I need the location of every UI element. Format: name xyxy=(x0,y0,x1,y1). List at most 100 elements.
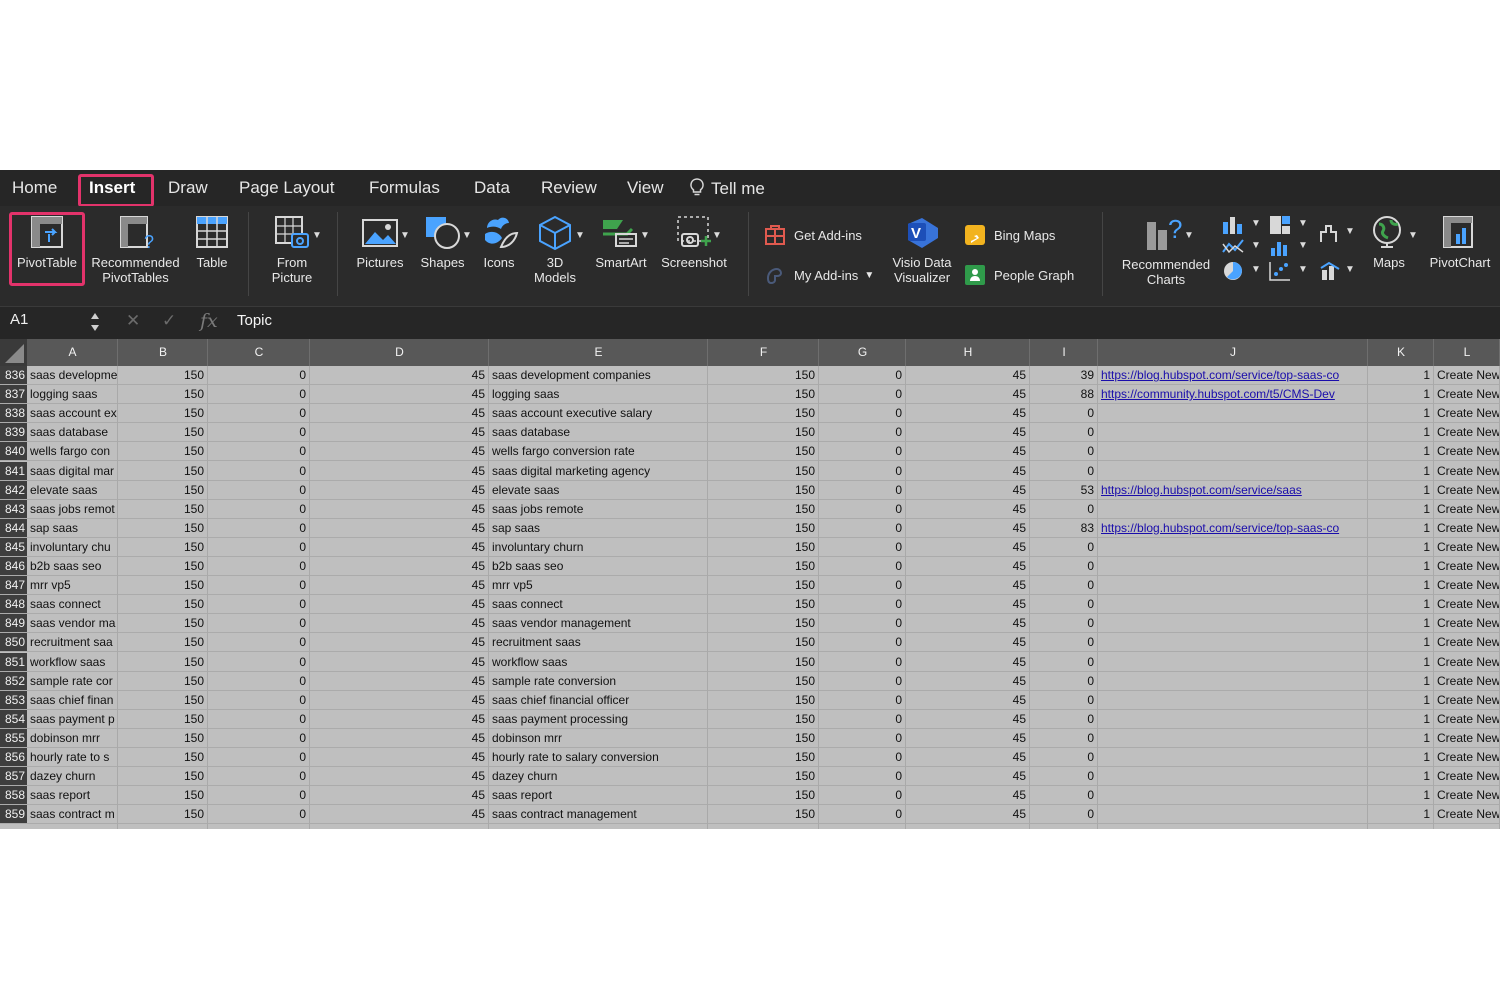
cell-h[interactable]: 45 xyxy=(906,576,1030,594)
cell-g[interactable]: 0 xyxy=(819,576,906,594)
cell-f[interactable]: 150 xyxy=(708,653,819,671)
cell-i[interactable]: 53 xyxy=(1030,481,1098,499)
cell-c[interactable]: 0 xyxy=(208,481,310,499)
cell-d[interactable]: 45 xyxy=(310,462,489,480)
cell-b[interactable]: 150 xyxy=(118,672,208,690)
cell-e[interactable]: saas connect xyxy=(489,595,708,613)
cell-d[interactable]: 45 xyxy=(310,748,489,766)
column-header-d[interactable]: D xyxy=(310,345,489,359)
cell-a[interactable]: sap saas xyxy=(27,519,118,537)
cell-i[interactable]: 0 xyxy=(1030,442,1098,460)
cell-i[interactable]: 0 xyxy=(1030,691,1098,709)
enter-icon[interactable]: ✓ xyxy=(162,311,176,331)
cell-f[interactable]: 150 xyxy=(708,519,819,537)
chevron-down-icon[interactable]: ▼ xyxy=(1251,240,1261,251)
cell-h[interactable]: 45 xyxy=(906,805,1030,823)
cell-k[interactable]: 1 xyxy=(1368,691,1434,709)
cell-b[interactable]: 150 xyxy=(118,366,208,384)
cell-b[interactable]: 150 xyxy=(118,614,208,632)
cell-c[interactable]: 0 xyxy=(208,805,310,823)
row-number[interactable]: 851 xyxy=(0,652,27,671)
cell-d[interactable]: 45 xyxy=(310,786,489,804)
cell-e[interactable]: saas chief financial officer xyxy=(489,691,708,709)
cell-i[interactable]: 0 xyxy=(1030,633,1098,651)
chevron-down-icon[interactable]: ▼ xyxy=(864,270,874,281)
cell-b[interactable]: 150 xyxy=(118,595,208,613)
cell-c[interactable]: 0 xyxy=(208,595,310,613)
cell-k[interactable]: 1 xyxy=(1368,462,1434,480)
cell-e[interactable]: dobinson mrr xyxy=(489,729,708,747)
cell-b[interactable]: 150 xyxy=(118,710,208,728)
cell-i[interactable]: 0 xyxy=(1030,710,1098,728)
cell-d[interactable]: 45 xyxy=(310,653,489,671)
cell-e[interactable]: sample rate conversion xyxy=(489,672,708,690)
cell-e[interactable]: saas jobs remote xyxy=(489,500,708,518)
smartart-button[interactable]: ▼ SmartArt xyxy=(590,214,652,270)
column-header-c[interactable]: C xyxy=(208,345,310,359)
insert-function-icon[interactable]: fx xyxy=(200,310,218,332)
cell-k[interactable]: 1 xyxy=(1368,729,1434,747)
cell-g[interactable]: 0 xyxy=(819,538,906,556)
cell-b[interactable]: 150 xyxy=(118,519,208,537)
cell-g[interactable]: 0 xyxy=(819,595,906,613)
icons-button[interactable]: Icons xyxy=(478,214,520,270)
cell-h[interactable]: 45 xyxy=(906,614,1030,632)
cell-i[interactable]: 83 xyxy=(1030,519,1098,537)
cell-e[interactable]: saas development companies xyxy=(489,366,708,384)
cell-a[interactable]: saas jobs remot xyxy=(27,500,118,518)
cell-c[interactable]: 0 xyxy=(208,500,310,518)
cell-k[interactable]: 1 xyxy=(1368,767,1434,785)
cell-d[interactable]: 45 xyxy=(310,500,489,518)
cell-h[interactable]: 45 xyxy=(906,385,1030,403)
chevron-down-icon[interactable]: ▼ xyxy=(400,230,410,241)
cell-l[interactable]: Create New xyxy=(1434,729,1500,747)
cell-i[interactable]: 0 xyxy=(1030,462,1098,480)
cell-b[interactable]: 150 xyxy=(118,576,208,594)
cell-a[interactable]: sample rate cor xyxy=(27,672,118,690)
cell-g[interactable]: 0 xyxy=(819,423,906,441)
statistic-chart-icon[interactable] xyxy=(1268,236,1292,258)
cell-f[interactable]: 150 xyxy=(708,672,819,690)
cell-hyperlink[interactable]: https://community.hubspot.com/t5/CMS-Dev xyxy=(1098,385,1368,403)
cell-g[interactable]: 0 xyxy=(819,614,906,632)
column-header-f[interactable]: F xyxy=(708,345,819,359)
visio-data-visualizer-button[interactable]: V Visio Data Visualizer xyxy=(886,214,958,285)
pivotchart-button[interactable]: PivotChart xyxy=(1424,214,1496,270)
cell-h[interactable]: 45 xyxy=(906,519,1030,537)
column-header-a[interactable]: A xyxy=(27,345,118,359)
cell-hyperlink[interactable] xyxy=(1098,595,1368,613)
cell-d[interactable]: 45 xyxy=(310,672,489,690)
cell-k[interactable]: 1 xyxy=(1368,557,1434,575)
row-number[interactable]: 842 xyxy=(0,480,27,499)
cell-g[interactable]: 0 xyxy=(819,481,906,499)
cell-h[interactable]: 45 xyxy=(906,633,1030,651)
cell-b[interactable]: 150 xyxy=(118,653,208,671)
cell-e[interactable]: logging saas xyxy=(489,385,708,403)
cell-f[interactable]: 150 xyxy=(708,767,819,785)
tell-me-search[interactable]: Tell me xyxy=(689,178,765,199)
chevron-down-icon[interactable]: ▼ xyxy=(1298,218,1308,229)
cell-l[interactable]: Create New xyxy=(1434,767,1500,785)
cell-d[interactable]: 45 xyxy=(310,538,489,556)
cell-h[interactable]: 45 xyxy=(906,653,1030,671)
select-all-corner[interactable] xyxy=(0,339,27,366)
cell-hyperlink[interactable] xyxy=(1098,423,1368,441)
cell-c[interactable]: 0 xyxy=(208,729,310,747)
my-addins-button[interactable]: My Add-ins ▼ xyxy=(764,264,874,286)
cell-hyperlink[interactable] xyxy=(1098,710,1368,728)
cell-hyperlink[interactable] xyxy=(1098,748,1368,766)
cell-k[interactable]: 1 xyxy=(1368,614,1434,632)
cell-h[interactable]: 45 xyxy=(906,786,1030,804)
chevron-down-icon[interactable]: ▼ xyxy=(1184,230,1194,241)
name-box[interactable]: A1 xyxy=(10,311,28,328)
cell-b[interactable]: 150 xyxy=(118,423,208,441)
cell-g[interactable]: 0 xyxy=(819,672,906,690)
cell-k[interactable]: 1 xyxy=(1368,519,1434,537)
cell-hyperlink[interactable] xyxy=(1098,576,1368,594)
chevron-down-icon[interactable]: ▼ xyxy=(462,230,472,241)
cell-f[interactable]: 150 xyxy=(708,385,819,403)
cell-c[interactable]: 0 xyxy=(208,691,310,709)
cell-i[interactable]: 0 xyxy=(1030,538,1098,556)
cell-h[interactable]: 45 xyxy=(906,748,1030,766)
cell-c[interactable]: 0 xyxy=(208,538,310,556)
